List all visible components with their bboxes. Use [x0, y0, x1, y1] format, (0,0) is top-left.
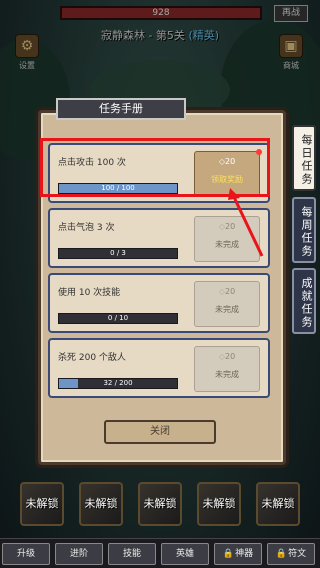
gem-reward: ◇20	[195, 222, 259, 231]
nav-heroes[interactable]: 英雄	[161, 543, 209, 565]
tab-weekly-quests[interactable]: 每周任务	[292, 197, 316, 263]
gem-reward: ◇20	[195, 352, 259, 361]
tab-daily-quests[interactable]: 每日任务	[292, 125, 316, 191]
quest-progress-text: 0 / 10	[107, 314, 129, 322]
quest-label: 点击攻击 100 次	[58, 158, 126, 168]
nav-artifacts-label: 神器	[235, 549, 254, 559]
nav-upgrade[interactable]: 升级	[2, 543, 50, 565]
quest-label: 点击气泡 3 次	[58, 223, 115, 233]
quest-label: 使用 10 次技能	[58, 288, 121, 298]
nav-runes-label: 符文	[288, 549, 307, 559]
quest-progress-text: 0 / 3	[110, 249, 126, 257]
quest-progress-bar: 0 / 3	[58, 248, 178, 259]
quest-label: 杀死 200 个敌人	[58, 353, 126, 363]
quest-item: 杀死 200 个敌人 32 / 200 ◇20 未完成	[48, 338, 270, 398]
bottom-nav: 升级 进阶 技能 英雄 🔒神器 🔒符文	[0, 538, 320, 568]
lock-icon: 🔒	[275, 549, 288, 559]
nav-skills[interactable]: 技能	[108, 543, 156, 565]
gem-amount: 20	[224, 157, 236, 166]
nav-artifacts[interactable]: 🔒神器	[214, 543, 262, 565]
claim-reward-button[interactable]: ◇20 领取奖励	[194, 149, 262, 197]
reward-button[interactable]: ◇20 未完成	[194, 346, 260, 392]
close-button[interactable]: 关闭	[104, 420, 216, 444]
notification-dot	[256, 149, 262, 155]
quest-progress-bar: 32 / 200	[58, 378, 178, 389]
reward-status: 未完成	[215, 305, 239, 314]
gem-amount: 20	[224, 352, 236, 361]
lock-icon: 🔒	[222, 549, 235, 559]
reward-button[interactable]: ◇20 未完成	[194, 216, 260, 262]
skill-slot-2[interactable]: 未解锁	[79, 482, 123, 526]
gem-reward: ◇20	[195, 287, 259, 296]
gem-amount: 20	[224, 287, 236, 296]
nav-advance[interactable]: 进阶	[55, 543, 103, 565]
quest-item: 点击攻击 100 次 100 / 100 ◇20 领取奖励	[48, 143, 270, 203]
gem-amount: 20	[224, 222, 236, 231]
panel-title: 任务手册	[56, 98, 186, 120]
quest-item: 使用 10 次技能 0 / 10 ◇20 未完成	[48, 273, 270, 333]
quest-progress-bar: 0 / 10	[58, 313, 178, 324]
skill-slot-4[interactable]: 未解锁	[197, 482, 241, 526]
reward-status: 未完成	[215, 370, 239, 379]
reward-status: 领取奖励	[211, 175, 243, 184]
quest-progress-bar: 100 / 100	[58, 183, 178, 194]
reward-status: 未完成	[215, 240, 239, 249]
skill-slot-3[interactable]: 未解锁	[138, 482, 182, 526]
reward-button[interactable]: ◇20 未完成	[194, 281, 260, 327]
quest-item: 点击气泡 3 次 0 / 3 ◇20 未完成	[48, 208, 270, 268]
quest-progress-text: 32 / 200	[103, 379, 133, 387]
gem-reward: ◇20	[195, 157, 259, 166]
skill-slot-1[interactable]: 未解锁	[20, 482, 64, 526]
nav-runes[interactable]: 🔒符文	[267, 543, 315, 565]
tab-achievement-quests[interactable]: 成就任务	[292, 268, 316, 334]
quest-progress-text: 100 / 100	[101, 184, 135, 192]
quest-list[interactable]: 点击攻击 100 次 100 / 100 ◇20 领取奖励 点击气泡 3 次 0…	[48, 138, 272, 408]
skill-slot-5[interactable]: 未解锁	[256, 482, 300, 526]
